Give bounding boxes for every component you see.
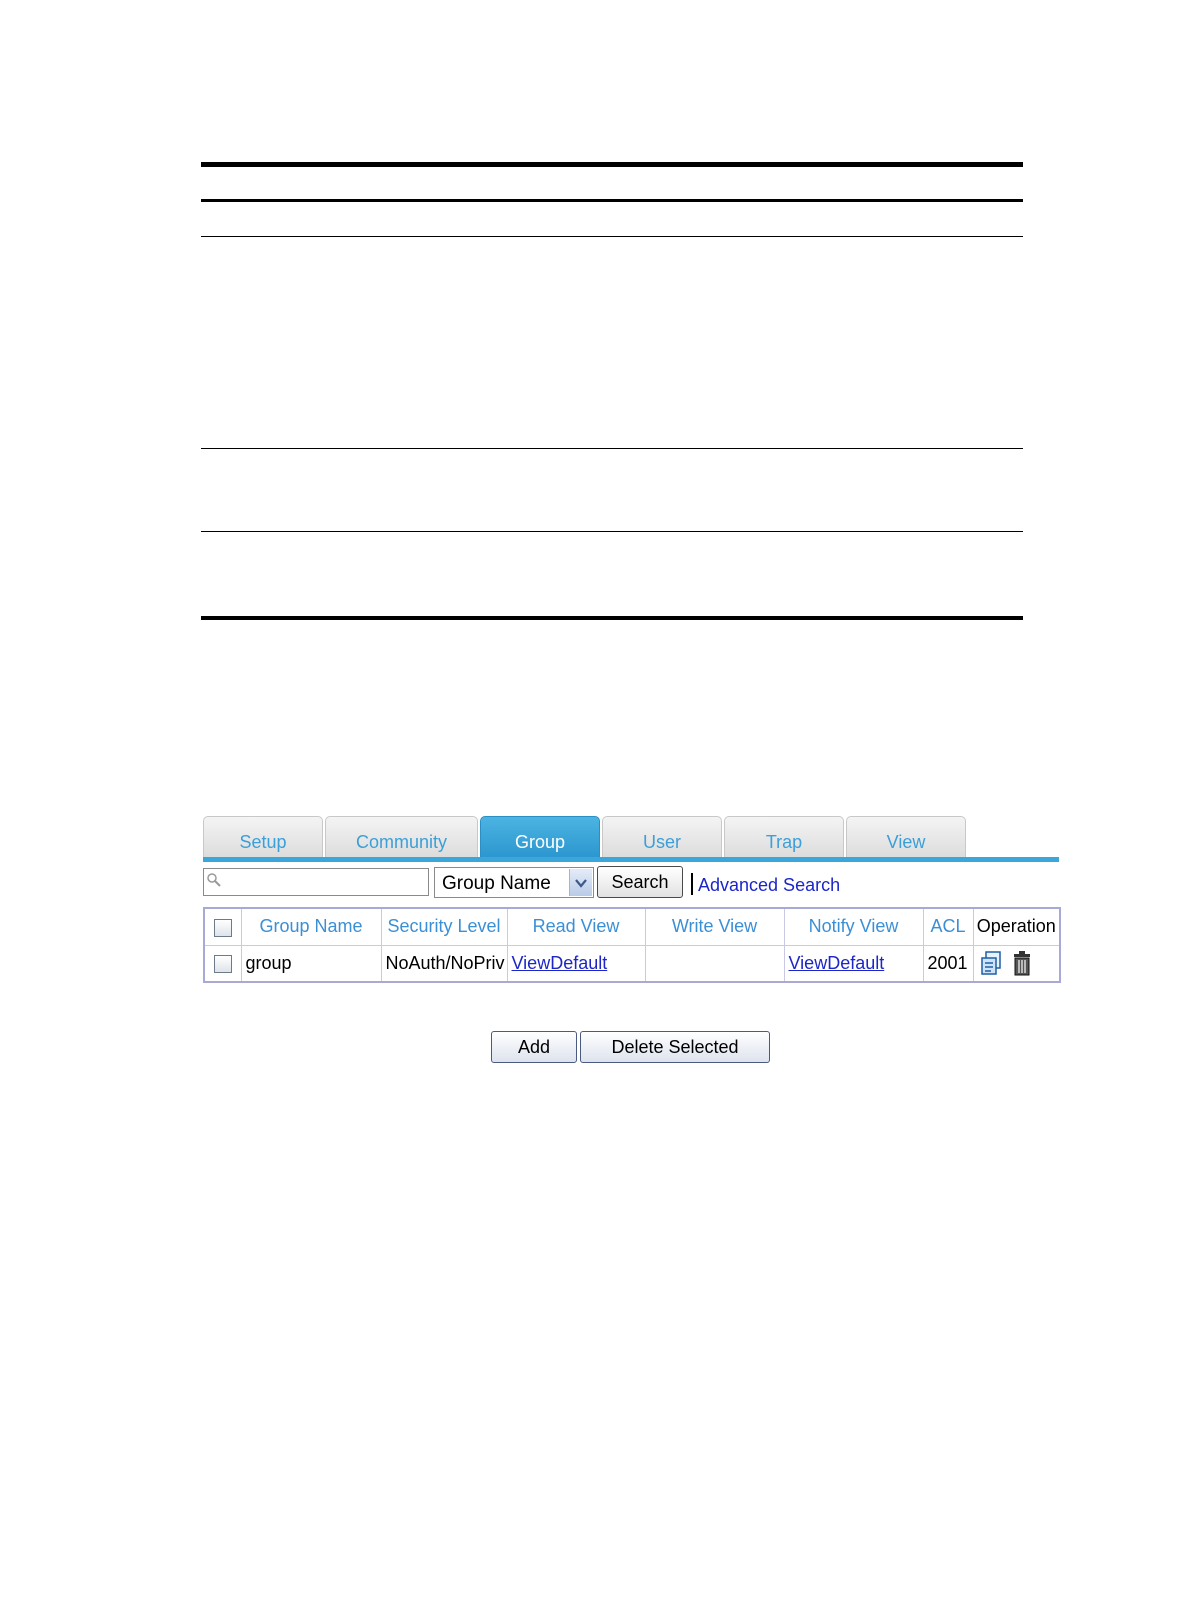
header-group-name[interactable]: Group Name — [240, 907, 382, 946]
trash-icon[interactable] — [1010, 950, 1034, 976]
cell-read-view: ViewDefault — [506, 944, 646, 983]
chevron-down-icon[interactable] — [569, 869, 592, 896]
table-row: group NoAuth/NoPriv ViewDefault ViewDefa… — [203, 944, 1061, 983]
header-notify-view[interactable]: Notify View — [783, 907, 924, 946]
search-field-value: Group Name — [442, 873, 551, 894]
cell-notify-view: ViewDefault — [783, 944, 924, 983]
cell-acl: 2001 — [922, 944, 974, 983]
header-read-view[interactable]: Read View — [506, 907, 646, 946]
header-write-view[interactable]: Write View — [644, 907, 785, 946]
row-checkbox[interactable] — [213, 955, 232, 973]
cell-group-name: group — [240, 944, 382, 983]
header-operation: Operation — [972, 907, 1061, 946]
search-field-select[interactable]: Group Name — [434, 867, 594, 898]
doc-table-header-rule — [201, 199, 1023, 202]
table-header-row: Group Name Security Level Read View Writ… — [203, 907, 1061, 946]
doc-table-bottom-rule — [201, 616, 1023, 620]
tab-trap[interactable]: Trap — [724, 816, 844, 858]
search-button[interactable]: Search — [597, 866, 683, 898]
separator — [691, 873, 693, 895]
cell-operation — [972, 944, 1061, 983]
operation-icons — [978, 950, 1060, 976]
doc-table-row-rule — [201, 236, 1023, 237]
delete-selected-button[interactable]: Delete Selected — [580, 1031, 770, 1063]
tab-community[interactable]: Community — [325, 816, 478, 858]
advanced-search-link[interactable]: Advanced Search — [698, 875, 840, 896]
select-all-cell — [203, 907, 242, 946]
doc-table-row-rule — [201, 531, 1023, 532]
search-input[interactable] — [203, 868, 429, 896]
snmp-tab-bar: Setup Community Group User Trap View — [203, 816, 1059, 862]
tab-user[interactable]: User — [602, 816, 722, 858]
row-select-cell — [203, 944, 242, 983]
cell-security-level: NoAuth/NoPriv — [380, 944, 508, 983]
header-security-level[interactable]: Security Level — [380, 907, 508, 946]
doc-table-row-rule — [201, 448, 1023, 449]
header-acl[interactable]: ACL — [922, 907, 974, 946]
select-all-checkbox[interactable] — [213, 918, 232, 937]
tab-group[interactable]: Group — [480, 816, 600, 858]
tab-setup[interactable]: Setup — [203, 816, 323, 858]
cell-write-view — [644, 944, 785, 983]
tab-view[interactable]: View — [846, 816, 966, 858]
doc-table-top-rule — [201, 162, 1023, 167]
magnifier-icon — [207, 873, 221, 887]
tab-underline — [203, 857, 1059, 862]
read-view-link[interactable]: ViewDefault — [512, 953, 608, 973]
add-button[interactable]: Add — [491, 1031, 577, 1063]
edit-icon[interactable] — [980, 950, 1004, 976]
group-table: Group Name Security Level Read View Writ… — [203, 907, 1061, 983]
notify-view-link[interactable]: ViewDefault — [789, 953, 885, 973]
